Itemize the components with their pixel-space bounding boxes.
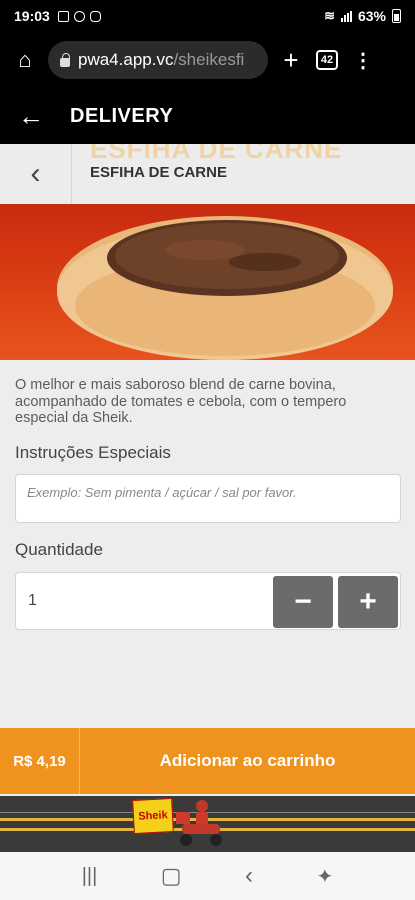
signal-icon [340,10,352,22]
gallery-icon [57,10,69,22]
url-path: /sheikesfi [173,50,245,69]
status-time: 19:03 [14,8,50,24]
more-vert-icon[interactable]: ⋮ [346,48,380,73]
browser-toolbar: ⌂ pwa4.app.vc /sheikesfi + 42 ⋮ [0,32,415,88]
product-description: O melhor e mais saboroso blend de carne … [15,377,347,426]
new-tab-plus-icon[interactable]: + [274,45,308,76]
back-nav-icon[interactable]: ‹ [245,862,253,890]
special-instructions-input[interactable]: Exemplo: Sem pimenta / açúcar / sal por … [15,474,401,523]
increase-quantity-button[interactable]: + [338,576,398,628]
address-bar[interactable]: pwa4.app.vc /sheikesfi [48,41,268,79]
add-to-cart-bar[interactable]: R$ 4,19 Adicionar ao carrinho [0,728,415,794]
instagram-icon [89,10,101,22]
recent-apps-icon[interactable]: ||| [82,865,98,888]
app-header: ← DELIVERY [0,88,415,144]
hero-background-title: ESFIHA DE CARNE [90,144,343,164]
product-name: ESFIHA DE CARNE [90,164,227,181]
url-host: pwa4.app.vc [78,50,174,69]
delivery-rider-icon [176,800,222,846]
notification-icons [57,10,101,22]
page-title: DELIVERY [70,104,174,127]
sheik-logo: Sheik [132,797,174,835]
add-to-cart-button[interactable]: Adicionar ao carrinho [80,751,415,771]
accessibility-icon[interactable]: ✦ [316,864,333,889]
home-icon[interactable]: ⌂ [8,47,42,73]
home-button-icon[interactable]: ▢ [161,863,182,889]
delivery-banner: Sheik [0,796,415,852]
wifi-icon: ≋ [324,8,335,23]
battery-percent: 63% [357,8,386,24]
chevron-left-icon[interactable]: ‹ [0,144,72,204]
quantity-stepper: 1 − + [15,572,401,630]
esfiha-image [57,216,393,360]
tab-switcher-button[interactable]: 42 [316,50,338,70]
quantity-label: Quantidade [15,540,103,559]
decrease-quantity-button[interactable]: − [273,576,333,628]
product-price: R$ 4,19 [0,728,80,794]
quantity-input[interactable]: 1 [28,592,37,610]
lock-icon [60,52,70,67]
instructions-label: Instruções Especiais [15,443,171,462]
arrow-left-icon[interactable]: ← [18,101,44,132]
product-hero: ESFIHA DE CARNE ‹ ESFIHA DE CARNE [0,144,415,360]
battery-icon [392,9,401,23]
status-right: ≋ 63% [324,8,401,24]
message-icon [73,10,85,22]
system-nav-bar: ||| ▢ ‹ ✦ [0,852,415,900]
status-bar: 19:03 ≋ 63% [0,0,415,32]
